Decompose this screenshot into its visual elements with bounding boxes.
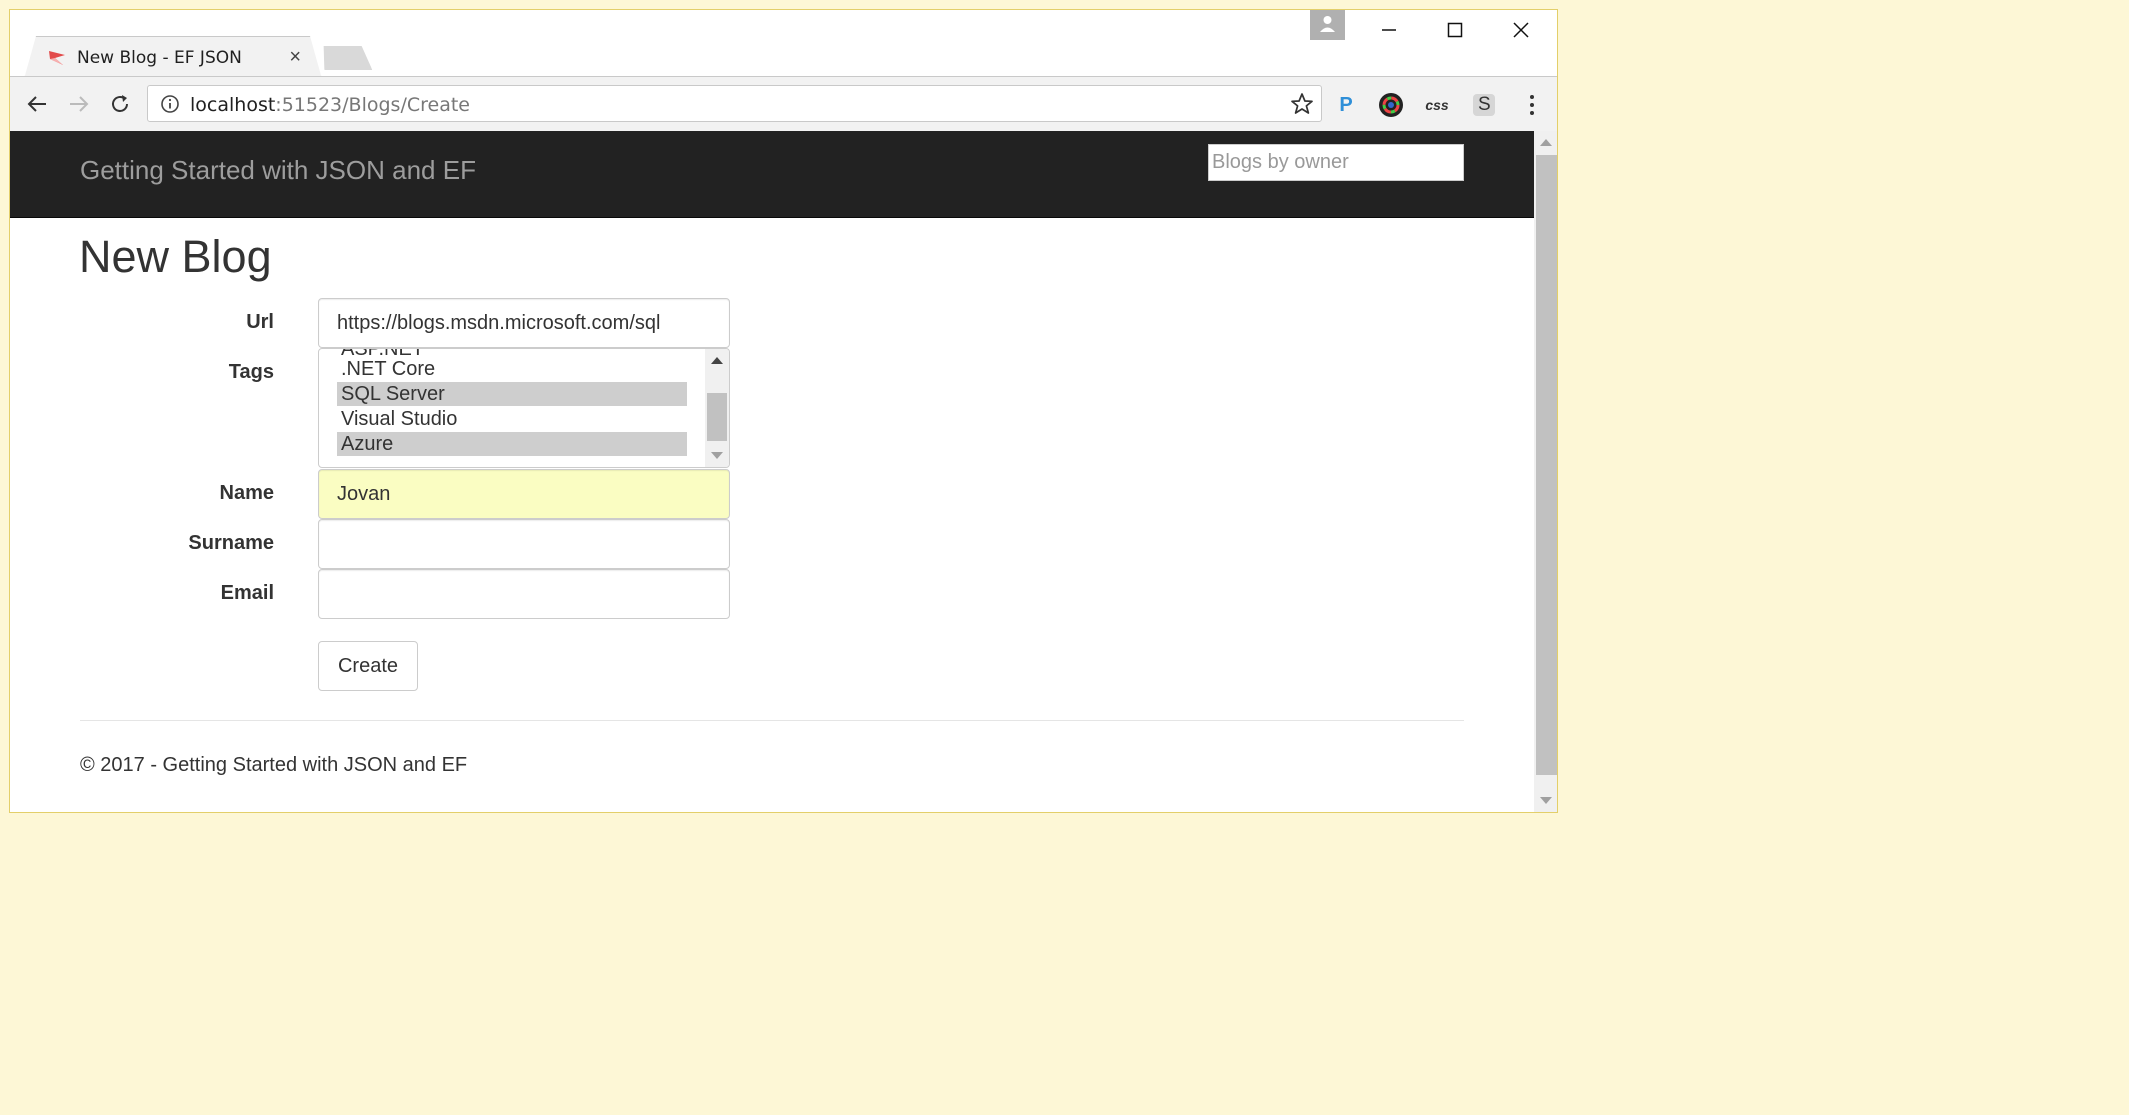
tab-title: New Blog - EF JSON [77,48,242,68]
extension-s-icon[interactable]: S [1470,91,1498,119]
footer-copyright: © 2017 - Getting Started with JSON and E… [80,754,468,776]
scroll-thumb[interactable] [707,393,727,441]
close-icon [1513,22,1529,38]
back-button[interactable] [22,89,52,119]
tags-label: Tags [228,361,274,383]
url-host: localhost [190,94,276,116]
site-brand-link[interactable]: Getting Started with JSON and EF [80,155,476,186]
extension-s-label: S [1478,94,1491,115]
url-path: :51523/Blogs/Create [275,94,470,116]
tag-option[interactable]: SQL Server [337,382,687,406]
info-icon[interactable] [160,94,180,114]
url-text: localhost:51523/Blogs/Create [190,94,470,116]
page-scroll-thumb[interactable] [1536,155,1557,775]
minimize-button[interactable] [1356,12,1422,48]
tab-active[interactable]: New Blog - EF JSON × [24,36,322,79]
arrow-right-icon [70,96,89,112]
maximize-button[interactable] [1422,12,1488,48]
kebab-menu-icon [1530,95,1534,115]
scroll-down-icon[interactable] [711,452,723,459]
email-label: Email [220,582,274,604]
browser-menu-button[interactable] [1518,91,1546,119]
surname-input[interactable] [318,519,730,569]
tag-option[interactable]: Visual Studio [337,407,687,431]
page-scrollbar[interactable] [1534,131,1557,812]
reload-icon [112,95,128,112]
extension-colorpicker-icon[interactable] [1377,91,1405,119]
surname-label: Surname [188,532,274,554]
name-input[interactable] [318,469,730,519]
tab-close-icon[interactable]: × [289,46,301,69]
browser-window: New Blog - EF JSON × localhost:51523/Blo… [9,9,1558,813]
person-icon [1320,16,1335,32]
tags-multiselect[interactable]: ASP.NET .NET Core SQL Server Visual Stud… [318,348,730,468]
tag-option[interactable]: .NET Core [337,357,687,381]
forward-button[interactable] [64,89,94,119]
address-bar[interactable]: localhost:51523/Blogs/Create [147,85,1322,122]
footer-divider [80,720,1464,721]
tags-scrollbar[interactable] [705,349,729,467]
url-label: Url [246,311,274,333]
browser-toolbar: localhost:51523/Blogs/Create P css S [10,76,1557,132]
email-input[interactable] [318,569,730,619]
scroll-down-icon[interactable] [1540,797,1552,804]
maximize-icon [1447,22,1463,38]
page-viewport: Getting Started with JSON and EF New Blo… [10,131,1534,812]
tag-option[interactable]: Azure [337,432,687,456]
arrow-left-icon [27,96,46,112]
extension-p-icon[interactable]: P [1332,91,1360,119]
scroll-up-icon[interactable] [711,357,723,364]
extension-css-icon[interactable]: css [1423,91,1451,119]
ef-logo-icon [47,49,67,67]
color-wheel-icon [1379,93,1403,117]
title-bar: New Blog - EF JSON × [10,10,1557,76]
site-navbar: Getting Started with JSON and EF [10,131,1534,218]
name-label: Name [219,482,274,504]
url-input[interactable] [318,298,730,348]
profile-button[interactable] [1310,10,1345,40]
minimize-icon [1382,29,1396,31]
page-title: New Blog [79,231,272,282]
blogs-by-owner-search[interactable] [1208,144,1464,181]
close-window-button[interactable] [1488,12,1554,48]
scroll-up-icon[interactable] [1540,139,1552,146]
reload-button[interactable] [105,89,135,119]
bookmark-star-icon[interactable] [1289,91,1315,117]
create-button[interactable]: Create [318,641,418,691]
new-tab-button[interactable] [316,46,373,70]
